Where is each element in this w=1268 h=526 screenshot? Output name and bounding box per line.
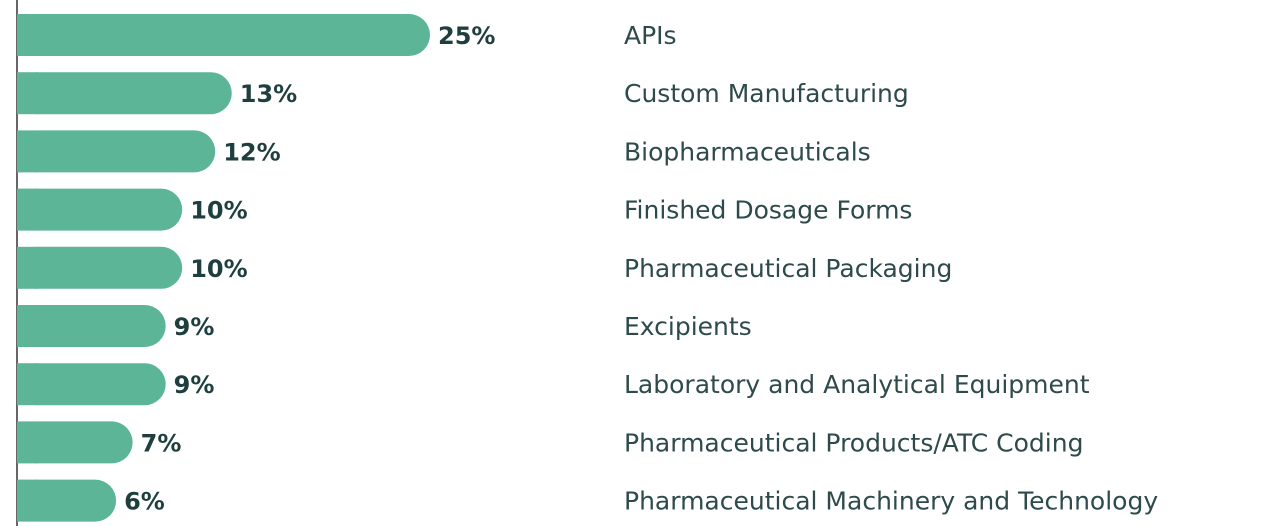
value-label-8: 7% [141, 429, 182, 457]
value-label-2: 13% [240, 80, 297, 108]
value-label-1: 25% [438, 22, 495, 50]
bar-9-base [17, 479, 38, 522]
value-label-6: 9% [174, 313, 215, 341]
category-label-3: Biopharmaceuticals [624, 137, 871, 166]
bar-7-base [17, 363, 38, 406]
value-label-9: 6% [124, 488, 165, 516]
bar-2-base [17, 72, 38, 115]
bar-1-base [17, 14, 38, 56]
bar-4-base [17, 188, 38, 231]
bar-1 [17, 14, 430, 56]
value-label-7: 9% [174, 371, 215, 399]
category-label-2: Custom Manufacturing [624, 79, 909, 108]
bar-8-base [17, 421, 38, 464]
category-label-5: Pharmaceutical Packaging [624, 254, 952, 283]
bar-3 [17, 130, 216, 173]
value-label-4: 10% [190, 197, 247, 225]
category-label-9: Pharmaceutical Machinery and Technology [624, 487, 1158, 516]
category-labels-group: APIs Custom Manufacturing Biopharmaceutica… [624, 21, 1158, 516]
bar-5-base [17, 246, 38, 289]
bar-2 [17, 72, 232, 115]
category-label-6: Excipients [624, 312, 752, 341]
bar-6-base [17, 305, 38, 347]
bar-7 [17, 363, 166, 406]
category-label-8: Pharmaceutical Products/ATC Coding [624, 428, 1083, 457]
category-label-4: Finished Dosage Forms [624, 196, 912, 225]
bar-4 [17, 188, 183, 231]
category-label-7: Laboratory and Analytical Equipment [624, 370, 1090, 399]
bar-6 [17, 305, 166, 347]
value-label-3: 12% [223, 138, 280, 166]
bar-3-base [17, 130, 38, 173]
bar-5 [17, 246, 183, 289]
category-label-1: APIs [624, 21, 677, 50]
value-label-5: 10% [190, 255, 247, 283]
bar-chart: 25% 13% 12% 10% 10% 9% 9% 7% 6% APIs Custom Manuf… [16, 0, 1158, 526]
